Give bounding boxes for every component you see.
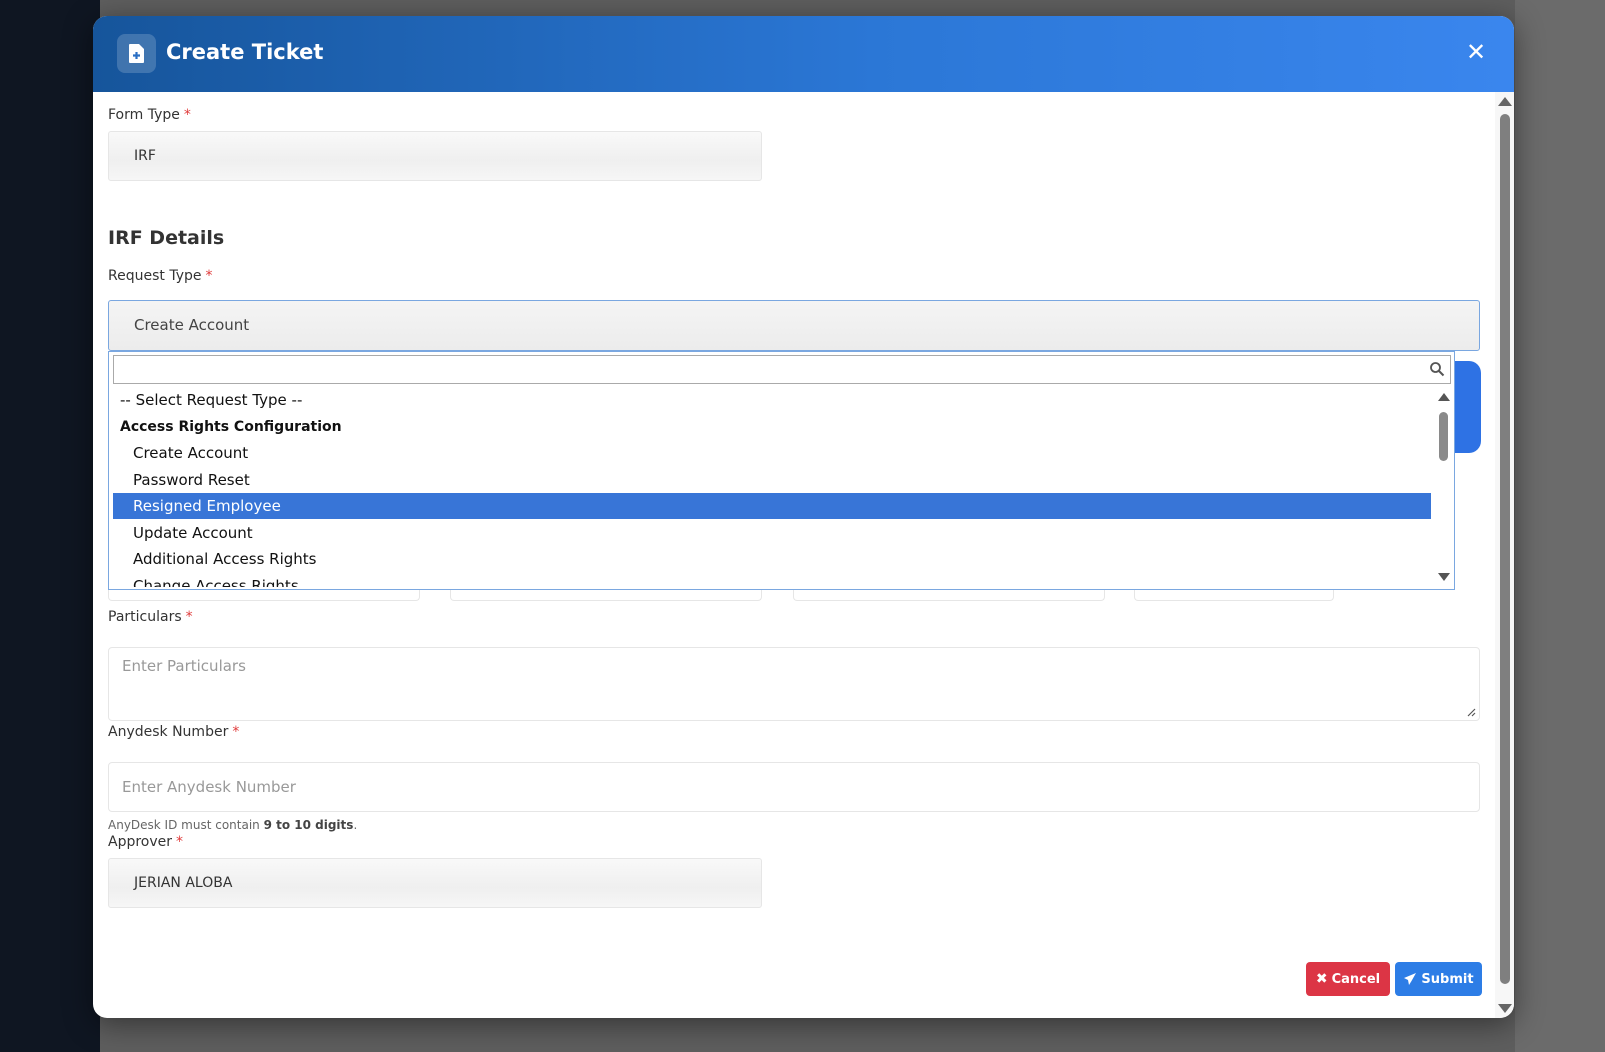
approver-label: Approver * bbox=[108, 834, 183, 850]
dropdown-group-header: Access Rights Configuration bbox=[120, 418, 342, 435]
background-sidebar bbox=[0, 0, 100, 1052]
submit-button[interactable]: Submit bbox=[1395, 962, 1482, 996]
dropdown-option[interactable]: Resigned Employee bbox=[113, 493, 1431, 519]
dropdown-scrollbar[interactable] bbox=[1435, 387, 1453, 587]
particulars-placeholder: Enter Particulars bbox=[122, 657, 246, 675]
form-type-value: IRF bbox=[134, 148, 156, 164]
submit-button-label: Submit bbox=[1421, 971, 1474, 987]
modal-scrollbar[interactable] bbox=[1495, 92, 1514, 1018]
required-marker: * bbox=[185, 609, 193, 625]
close-icon: ✖ bbox=[1315, 971, 1328, 987]
dropdown-option[interactable]: Update Account bbox=[113, 520, 1431, 546]
required-marker: * bbox=[183, 107, 191, 123]
helper-suffix: . bbox=[353, 818, 358, 832]
search-icon bbox=[1430, 362, 1445, 377]
particulars-label: Particulars * bbox=[108, 609, 193, 625]
cancel-button-label: Cancel bbox=[1331, 971, 1381, 987]
file-plus-icon bbox=[117, 34, 156, 73]
approver-label-text: Approver bbox=[108, 834, 173, 850]
dropdown-option[interactable]: Additional Access Rights bbox=[113, 546, 1431, 572]
form-type-select[interactable]: IRF bbox=[108, 131, 762, 181]
cancel-button[interactable]: ✖ Cancel bbox=[1306, 962, 1390, 996]
close-icon[interactable]: ✕ bbox=[1464, 40, 1488, 64]
request-type-value: Create Account bbox=[134, 316, 250, 334]
anydesk-input[interactable]: Enter Anydesk Number bbox=[108, 762, 1480, 812]
dropdown-option[interactable]: Password Reset bbox=[113, 467, 1431, 493]
create-ticket-modal: Create Ticket ✕ Form Type * IRF IRF Detai… bbox=[93, 16, 1514, 1018]
section-title: IRF Details bbox=[108, 227, 225, 249]
dropdown-options-list: -- Select Request Type -- Access Rights C… bbox=[113, 387, 1431, 587]
scroll-down-icon[interactable] bbox=[1438, 573, 1450, 581]
request-type-label-text: Request Type bbox=[108, 268, 202, 284]
anydesk-label: Anydesk Number * bbox=[108, 724, 239, 740]
modal-header: Create Ticket ✕ bbox=[93, 16, 1514, 92]
form-type-label: Form Type * bbox=[108, 107, 191, 123]
approver-select[interactable]: JERIAN ALOBA bbox=[108, 858, 762, 908]
scroll-up-icon[interactable] bbox=[1498, 97, 1512, 106]
background-content bbox=[1515, 0, 1605, 1052]
scroll-thumb[interactable] bbox=[1500, 114, 1510, 984]
resize-grip-icon[interactable] bbox=[1466, 707, 1476, 717]
anydesk-placeholder: Enter Anydesk Number bbox=[122, 778, 296, 796]
anydesk-label-text: Anydesk Number bbox=[108, 724, 229, 740]
request-type-dropdown: -- Select Request Type -- Access Rights C… bbox=[108, 351, 1455, 590]
particulars-label-text: Particulars bbox=[108, 609, 182, 625]
request-type-label: Request Type * bbox=[108, 268, 212, 284]
paper-plane-icon bbox=[1404, 973, 1417, 985]
request-type-select[interactable]: Create Account bbox=[108, 300, 1480, 351]
particulars-textarea[interactable]: Enter Particulars bbox=[108, 647, 1480, 721]
required-marker: * bbox=[232, 724, 240, 740]
dropdown-search-input[interactable] bbox=[113, 355, 1451, 384]
form-type-label-text: Form Type bbox=[108, 107, 180, 123]
dropdown-option[interactable]: -- Select Request Type -- bbox=[113, 387, 1431, 413]
scroll-up-icon[interactable] bbox=[1438, 393, 1450, 401]
modal-title: Create Ticket bbox=[166, 40, 324, 64]
helper-prefix: AnyDesk ID must contain bbox=[108, 818, 264, 832]
scroll-down-icon[interactable] bbox=[1498, 1004, 1512, 1013]
anydesk-helper-text: AnyDesk ID must contain 9 to 10 digits. bbox=[108, 818, 357, 832]
scroll-thumb[interactable] bbox=[1439, 412, 1448, 461]
approver-value: JERIAN ALOBA bbox=[134, 875, 233, 891]
dropdown-option[interactable]: Create Account bbox=[113, 440, 1431, 466]
required-marker: * bbox=[176, 834, 184, 850]
helper-bold: 9 to 10 digits bbox=[263, 818, 354, 832]
required-marker: * bbox=[205, 268, 213, 284]
dropdown-option[interactable]: Change Access Rights bbox=[113, 573, 1431, 588]
